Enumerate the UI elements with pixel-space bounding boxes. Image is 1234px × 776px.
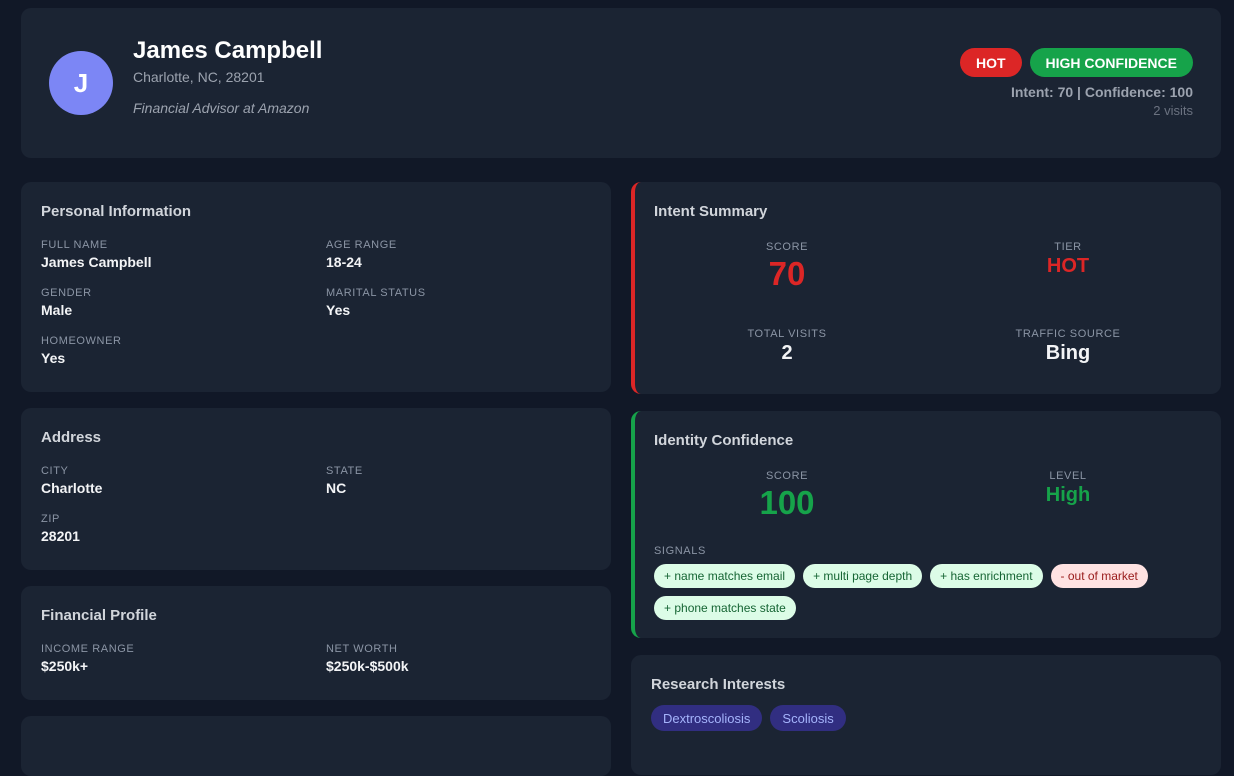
field-label: AGE RANGE	[326, 239, 397, 251]
avatar: J	[49, 51, 113, 115]
metric-label: TRAFFIC SOURCE	[1015, 328, 1121, 340]
research-interests-card: Research Interests Dextroscoliosis Scoli…	[631, 655, 1221, 775]
metric-value: High	[1045, 484, 1091, 506]
interest-tag[interactable]: Dextroscoliosis	[651, 705, 763, 731]
total-visits-metric: TOTAL VISITS 2	[687, 328, 887, 365]
field-value: NC	[326, 480, 347, 496]
age-range-field: AGE RANGE 18-24	[326, 239, 397, 270]
field-value: Charlotte	[41, 480, 103, 496]
intent-tier-metric: TIER HOT	[968, 241, 1168, 278]
marital-status-field: MARITAL STATUS Yes	[326, 287, 426, 318]
card-title: Personal Information	[41, 203, 192, 220]
profile-job-title: Financial Advisor at Amazon	[133, 100, 310, 116]
metric-value: 2	[781, 342, 793, 364]
signal-chip: + phone matches state	[654, 596, 796, 620]
traffic-source-metric: TRAFFIC SOURCE Bing	[968, 328, 1168, 365]
badge-group: HOT HIGH CONFIDENCE	[959, 48, 1193, 77]
field-label: CITY	[41, 465, 69, 477]
state-field: STATE NC	[326, 465, 363, 496]
score-summary: Intent: 70 | Confidence: 100	[1010, 84, 1193, 100]
field-label: FULL NAME	[41, 239, 108, 251]
signals-label: SIGNALS	[654, 545, 706, 557]
field-value: 28201	[41, 528, 80, 544]
interest-tag[interactable]: Scoliosis	[770, 705, 846, 731]
card-title: Financial Profile	[41, 607, 157, 624]
field-label: HOMEOWNER	[41, 335, 122, 347]
field-value: $250k-$500k	[326, 658, 409, 674]
city-field: CITY Charlotte	[41, 465, 102, 496]
signal-chip: + name matches email	[654, 564, 796, 588]
metric-value: 70	[768, 255, 806, 292]
field-label: ZIP	[41, 513, 60, 525]
field-value: $250k+	[41, 658, 89, 674]
profile-header: J James Campbell Charlotte, NC, 28201 Fi…	[21, 8, 1221, 158]
metric-label: TIER	[1054, 241, 1082, 253]
identity-level-metric: LEVEL High	[968, 470, 1168, 507]
field-value: 18-24	[326, 254, 362, 270]
field-value: Male	[41, 302, 73, 318]
card-title: Address	[41, 429, 102, 446]
field-label: NET WORTH	[326, 643, 398, 655]
field-label: STATE	[326, 465, 363, 477]
field-label: MARITAL STATUS	[326, 287, 426, 299]
identity-score-metric: SCORE 100	[687, 470, 887, 522]
interests-list: Dextroscoliosis Scoliosis	[651, 705, 846, 731]
income-range-field: INCOME RANGE $250k+	[41, 643, 134, 674]
personal-information-card: Personal Information FULL NAME James Cam…	[21, 182, 611, 392]
field-label: GENDER	[41, 287, 92, 299]
signals-list: + name matches email + multi page depth …	[654, 564, 1214, 620]
signal-chip: - out of market	[1050, 564, 1148, 588]
card-title: Intent Summary	[654, 203, 768, 220]
gender-field: GENDER Male	[41, 287, 92, 318]
intent-summary-card: Intent Summary SCORE 70 TIER HOT TOTAL V…	[631, 182, 1221, 394]
net-worth-field: NET WORTH $250k-$500k	[326, 643, 409, 674]
visit-count: 2 visits	[1153, 103, 1193, 118]
profile-name: James Campbell	[133, 37, 323, 64]
address-card: Address CITY Charlotte STATE NC ZIP 2820…	[21, 408, 611, 570]
field-label: INCOME RANGE	[41, 643, 135, 655]
metric-label: SCORE	[765, 241, 809, 253]
intent-score-metric: SCORE 70	[687, 241, 887, 293]
card-title: Identity Confidence	[654, 432, 794, 449]
zip-field: ZIP 28201	[41, 513, 80, 544]
field-value: James Campbell	[41, 254, 152, 270]
field-value: Yes	[41, 350, 66, 366]
signal-chip: + has enrichment	[930, 564, 1043, 588]
field-value: Yes	[326, 302, 351, 318]
card-title: Research Interests	[651, 676, 786, 693]
confidence-badge: HIGH CONFIDENCE	[1029, 48, 1193, 77]
metric-label: SCORE	[765, 470, 809, 482]
signal-chip: + multi page depth	[803, 564, 923, 588]
metric-value: 100	[759, 484, 815, 521]
homeowner-field: HOMEOWNER Yes	[41, 335, 122, 366]
metric-label: TOTAL VISITS	[747, 328, 827, 340]
metric-label: LEVEL	[1049, 470, 1087, 482]
metric-value: HOT	[1046, 255, 1090, 277]
financial-profile-card: Financial Profile INCOME RANGE $250k+ NE…	[21, 586, 611, 700]
identity-confidence-card: Identity Confidence SCORE 100 LEVEL High…	[631, 411, 1221, 638]
hot-badge: HOT	[959, 48, 1022, 77]
full-name-field: FULL NAME James Campbell	[41, 239, 152, 270]
profile-location: Charlotte, NC, 28201	[133, 69, 265, 85]
metric-value: Bing	[1045, 342, 1091, 364]
next-card	[21, 716, 611, 776]
